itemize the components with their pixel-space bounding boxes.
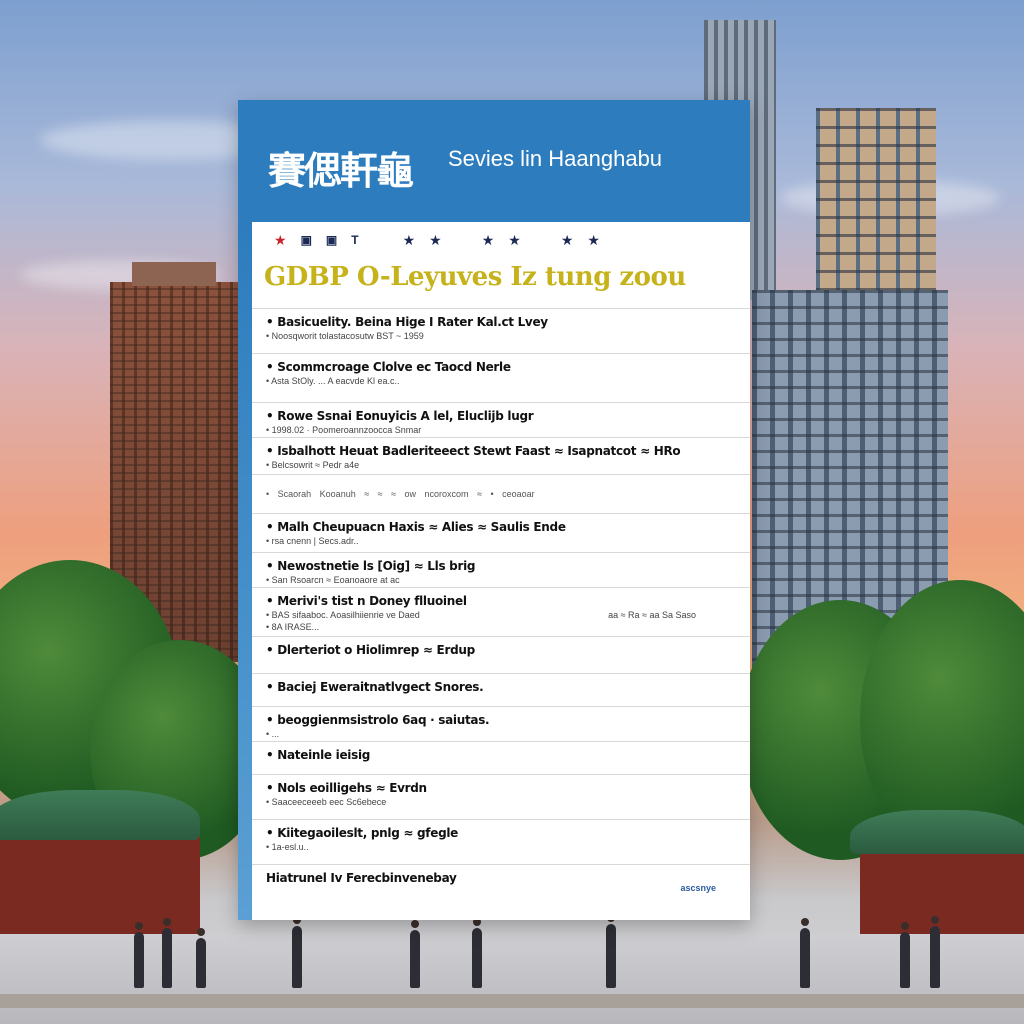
list-item-title: • Nateinle ieisig <box>266 748 371 762</box>
list-item-title: • Baciej Eweraitnatlvgect Snores. <box>266 680 484 694</box>
person <box>606 914 616 988</box>
list-item-subtitle: • 8A IRASE... <box>266 622 320 632</box>
list-item[interactable]: • Dlerteriot o Hiolimrep ≈ Erdup <box>252 637 750 674</box>
list-item-title: • Basicuelity. Beina Hige I Rater Kal.ct… <box>266 315 548 329</box>
list-item[interactable]: • Newostnetie ls [Oig] ≈ Lls brig • San … <box>252 553 750 588</box>
main-title: GDBP O-Leyuves Iz tung zoou <box>252 258 750 309</box>
person <box>134 922 144 988</box>
list-item-title: • Newostnetie ls [Oig] ≈ Lls brig <box>266 559 476 573</box>
list-item[interactable]: • Malh Cheupuacn Haxis ≈ Alies ≈ Saulis … <box>252 514 750 553</box>
person <box>292 916 302 988</box>
star-icon: ★ <box>508 232 521 248</box>
list-item[interactable]: Hiatrunel Iv Ferecbinvenebay ascsnye <box>252 865 750 905</box>
list-item-title: • Dlerteriot o Hiolimrep ≈ Erdup <box>266 643 475 657</box>
list-item-subtitle: • Saaceeceeeb eec Sc6ebece <box>266 797 387 807</box>
list-separator-row: • Scaorah Kooanuh ≈ ≈ ≈ ow ncoroxcom ≈ •… <box>252 475 750 514</box>
person <box>410 920 420 988</box>
badge-icon: ▣ <box>300 233 312 247</box>
person <box>900 922 910 988</box>
list-item-subtitle: • ... <box>266 729 280 739</box>
person <box>800 918 810 988</box>
list-item-title: • Merivi's tist n Doney flluoinel <box>266 594 467 608</box>
list-item-subtitle: • San Rsoarcn ≈ Eoanoaore at ac <box>266 575 400 585</box>
logo: 賽偲軒龜 <box>268 148 414 193</box>
rating-bar: ★ ▣ ▣ T ★ ★ ★ ★ ★ ★ <box>252 222 750 258</box>
list-item-subtitle: • Belcsowrit ≈ Pedr a4e <box>266 460 360 470</box>
pavilion-roof <box>0 790 200 840</box>
header-title: Sevies lin Haanghabu <box>448 146 663 171</box>
list-item-title: • beoggienmsistrolo 6aq · saiutas. <box>266 713 490 727</box>
list-item-title: • Kiitegaoileslt, pnlg ≈ gfegle <box>266 826 459 840</box>
person <box>930 916 940 988</box>
badge-icon: ▣ <box>325 233 338 247</box>
list-item-title: Hiatrunel Iv Ferecbinvenebay <box>266 871 457 885</box>
list-item-subtitle: • rsa cnenn | Secs.adr.. <box>266 536 359 546</box>
list-item-subtitle: • 1a-esl.u.. <box>266 842 309 852</box>
list-item-subtitle: • 1998.02 · Poomeroannzoocca Snmar <box>266 425 422 435</box>
side-strip <box>238 222 252 920</box>
card-content: ★ ▣ ▣ T ★ ★ ★ ★ ★ ★ GDBP O-Leyuves Iz tu… <box>252 222 750 920</box>
list-item[interactable]: • Baciej Eweraitnatlvgect Snores. <box>252 674 750 707</box>
list-item[interactable]: • Merivi's tist n Doney flluoinel • BAS … <box>252 588 750 637</box>
list-item[interactable]: • Isbalhott Heuat Badleriteeect Stewt Fa… <box>252 438 750 475</box>
star-icon: ★ <box>274 232 287 248</box>
list-item-title: • Isbalhott Heuat Badleriteeect Stewt Fa… <box>266 444 681 458</box>
pavilion-roof <box>850 810 1024 854</box>
list-item[interactable]: • Nols eoilligehs ≈ Evrdn • Saaceeceeeb … <box>252 775 750 820</box>
list-item-subtitle: • Noosqworit tolastacosutw BST ~ 1959 <box>266 331 424 341</box>
info-card: 賽偲軒龜 Sevies lin Haanghabu ★ ▣ ▣ T ★ ★ ★ … <box>238 100 750 920</box>
person <box>196 928 206 988</box>
list-item[interactable]: • Nateinle ieisig <box>252 742 750 775</box>
list-item-subtitle: • Asta StOly. ... A eacvde Kl ea.c.. <box>266 376 400 386</box>
list-item-title: • Malh Cheupuacn Haxis ≈ Alies ≈ Saulis … <box>266 520 566 534</box>
list-item[interactable]: • Kiitegaoileslt, pnlg ≈ gfegle • 1a-esl… <box>252 820 750 865</box>
star-icon: ★ <box>587 232 600 248</box>
person <box>162 918 172 988</box>
plaza <box>0 934 1024 1024</box>
list-item-meta: aa ≈ Ra ≈ aa Sa Saso <box>608 610 696 620</box>
person <box>472 918 482 988</box>
list-item[interactable]: • Rowe Ssnai Eonuyicis A lel, Eluclijb l… <box>252 403 750 438</box>
star-icon: ★ <box>560 232 574 248</box>
card-header: 賽偲軒龜 Sevies lin Haanghabu <box>238 100 750 222</box>
star-icon: ★ <box>402 232 416 248</box>
list-item-title: • Scommcroage Clolve ec Taocd Nerle <box>266 360 511 374</box>
list-item[interactable]: • Scommcroage Clolve ec Taocd Nerle • As… <box>252 354 750 403</box>
list-item[interactable]: • beoggienmsistrolo 6aq · saiutas. • ... <box>252 707 750 742</box>
list-item-badge: ascsnye <box>680 883 716 893</box>
list-item[interactable]: • Basicuelity. Beina Hige I Rater Kal.ct… <box>252 309 750 354</box>
rating-badge: T <box>351 233 359 247</box>
star-icon: ★ <box>429 232 442 248</box>
list-item-title: • Nols eoilligehs ≈ Evrdn <box>266 781 427 795</box>
star-icon: ★ <box>481 232 495 248</box>
list-item-title: • Rowe Ssnai Eonuyicis A lel, Eluclijb l… <box>266 409 534 423</box>
